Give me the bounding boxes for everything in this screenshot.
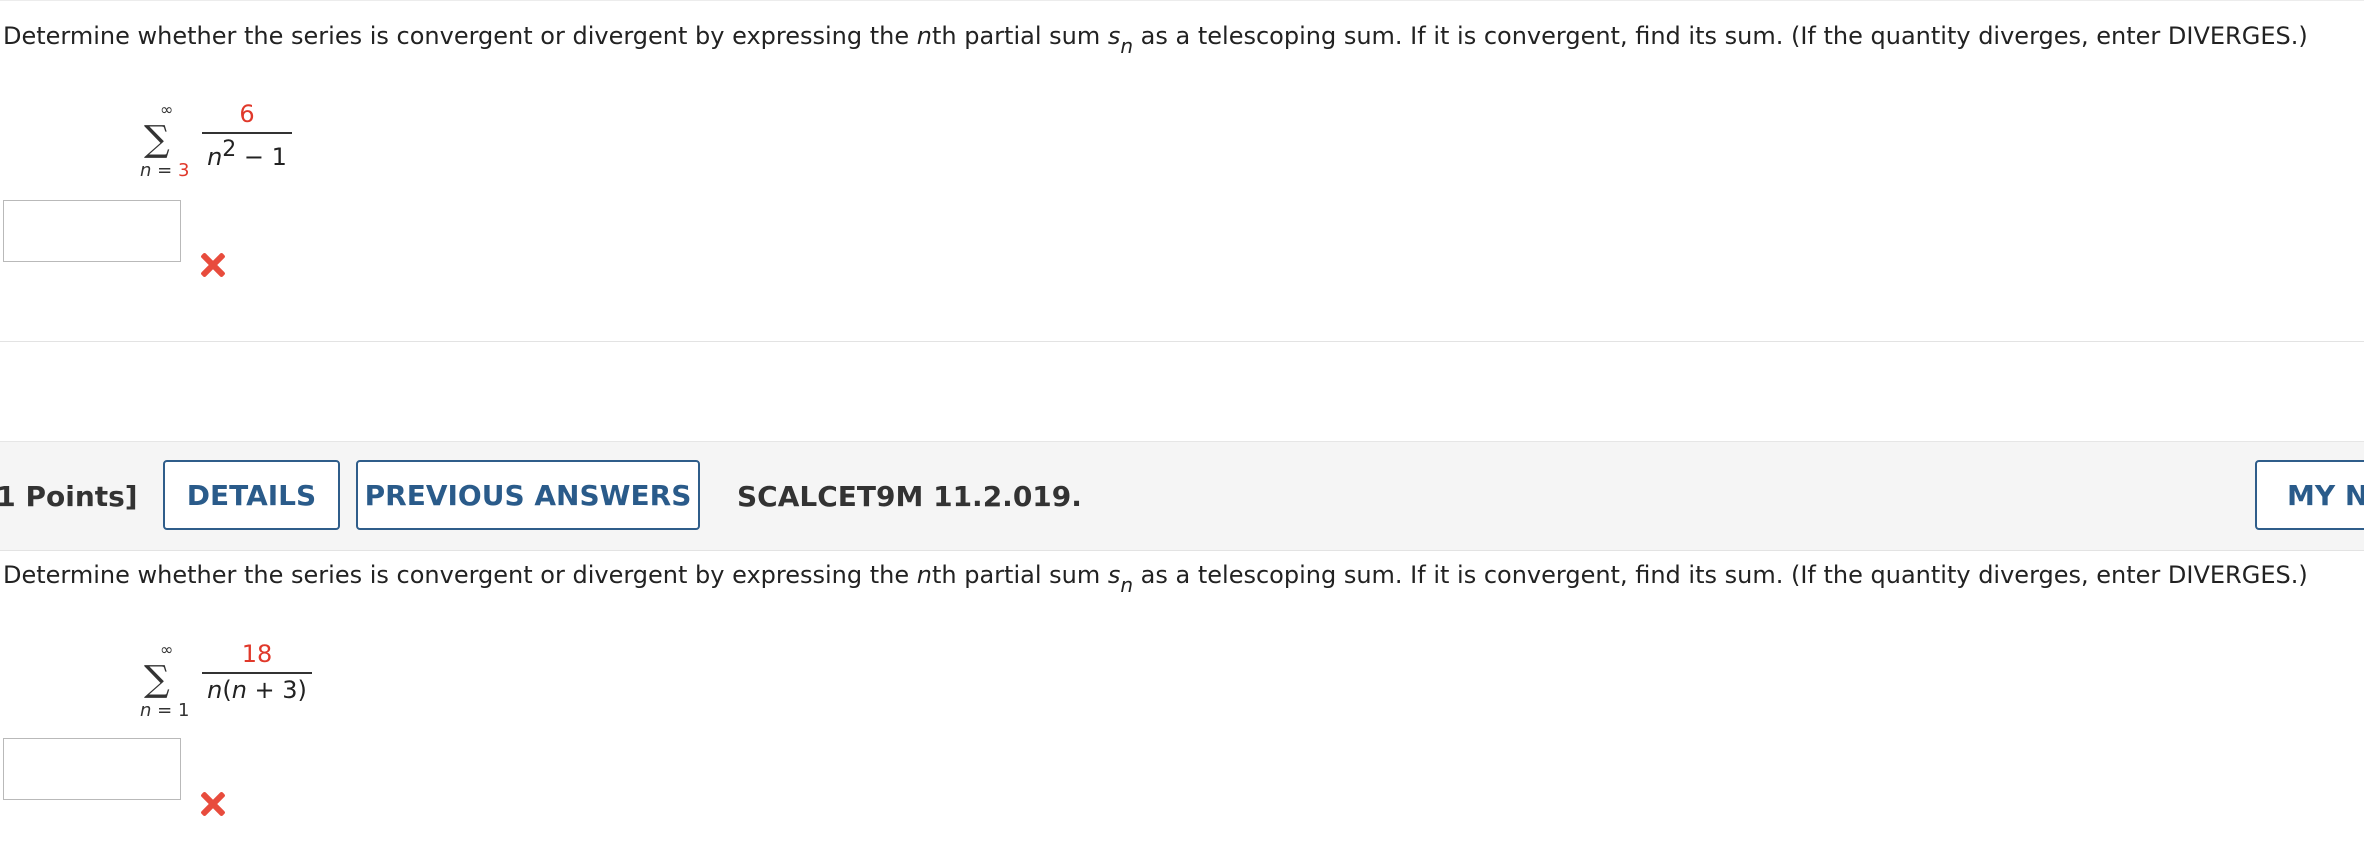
denominator-var: n [207,143,223,171]
partial-sum-subscript: n [1120,573,1134,597]
lower-limit-var: n [140,160,152,181]
answer-input-2[interactable] [3,738,181,800]
denominator-paren: ( [222,676,232,704]
section-divider [0,341,2364,342]
partial-sum-subscript: n [1120,34,1134,58]
prompt-var-n: n [916,22,932,50]
incorrect-x-icon [200,252,226,278]
sigma-symbol: ∑ [144,659,170,700]
upper-limit: ∞ [160,640,174,659]
details-button[interactable]: DETAILS [163,460,340,530]
denominator-rest: − 1 [236,143,287,171]
denominator-exponent: 2 [222,137,237,162]
denominator-var: n [207,676,223,704]
previous-answers-button[interactable]: PREVIOUS ANSWERS [356,460,700,530]
sigma-symbol: ∑ [144,119,170,160]
fraction-bar [202,132,292,134]
denominator-rest: + 3) [246,676,307,704]
numerator: 18 [241,640,273,668]
prompt-text: Determine whether the series is converge… [3,22,917,50]
prompt-text: Determine whether the series is converge… [3,561,917,589]
problem-code: SCALCET9M 11.2.019. [737,480,1082,513]
my-notes-button[interactable]: MY NOTES [2255,460,2364,530]
lower-limit-var: n [140,700,152,721]
series-expression-2: ∞ ∑ n = 1 18 n(n + 3) [140,640,360,721]
fraction-bar [202,672,312,674]
incorrect-x-icon [200,791,226,817]
lower-limit-value: 3 [177,160,190,181]
upper-limit: ∞ [160,100,174,119]
series-expression-1: ∞ ∑ n = 3 6 n2 − 1 [140,100,340,181]
prompt-text: th partial sum [931,22,1108,50]
prompt-text: th partial sum [931,561,1108,589]
fraction: 6 n2 − 1 [202,100,292,171]
prompt-text: as a telescoping sum. If it is convergen… [1133,22,2308,50]
partial-sum-symbol: sn [1107,561,1133,597]
points-label: /1 Points] [0,480,138,513]
lower-limit-eq: = [151,700,178,721]
fraction: 18 n(n + 3) [202,640,312,704]
denominator: n2 − 1 [202,136,292,171]
numerator: 6 [239,100,255,128]
denominator: n(n + 3) [202,676,312,704]
lower-limit: n = 3 [140,160,189,181]
partial-sum-symbol: sn [1107,22,1133,58]
lower-limit-value: 1 [177,700,190,721]
answer-input-1[interactable] [3,200,181,262]
denominator-var: n [231,676,247,704]
partial-sum-s: s [1107,561,1121,589]
partial-sum-s: s [1107,22,1121,50]
prompt-text: as a telescoping sum. If it is convergen… [1133,561,2308,589]
lower-limit-eq: = [151,160,178,181]
question-header: /1 Points] DETAILS PREVIOUS ANSWERS SCAL… [0,441,2364,551]
lower-limit: n = 1 [140,700,189,721]
prompt-var-n: n [916,561,932,589]
question-prompt-1: Determine whether the series is converge… [3,20,2308,58]
top-separator [0,0,2364,1]
question-prompt-2: Determine whether the series is converge… [3,559,2308,597]
